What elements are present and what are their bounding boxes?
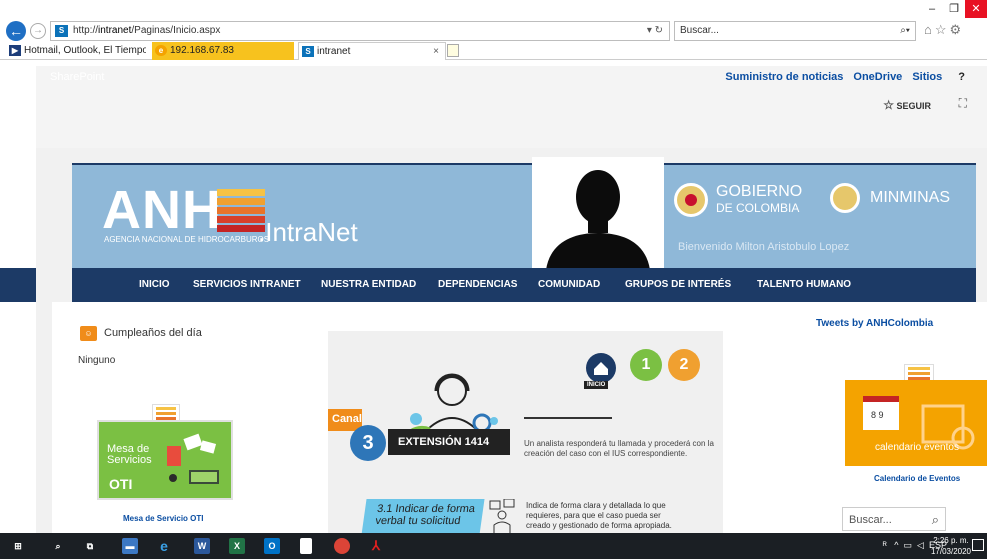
sharepoint-brand[interactable]: SharePoint (50, 71, 104, 83)
header-banner: ANH AGENCIA NACIONAL DE HIDROCARBUROS .I… (72, 157, 976, 270)
star-icon: ☆ (883, 98, 894, 112)
home-icon[interactable]: ⌂ (924, 22, 935, 37)
windows-start-icon[interactable]: ⊞ (10, 538, 26, 554)
browser-chrome: – ❐ ✕ ← → S http://intranet/Paginas/Inicio… (0, 0, 987, 60)
gear-icon[interactable]: ⚙ (950, 22, 965, 37)
link-newsfeed[interactable]: Suministro de noticias (725, 71, 843, 83)
mesa-servicios-tile[interactable]: Mesa de Servicios OTI (97, 420, 233, 500)
address-bar[interactable]: S http://intranet/Paginas/Inicio.aspx ▾ … (50, 21, 670, 41)
nav-nuestra-entidad[interactable]: NUESTRA ENTIDAD (321, 279, 416, 290)
link-onedrive[interactable]: OneDrive (853, 71, 902, 83)
minminas-seal-icon (830, 183, 860, 213)
nav-talento-humano[interactable]: TALENTO HUMANO (757, 279, 851, 290)
sharepoint-icon: S (302, 46, 314, 57)
forward-button[interactable]: → (30, 23, 46, 39)
network-icon[interactable]: ▭ (904, 540, 913, 550)
nav-inicio[interactable]: INICIO (139, 279, 170, 290)
welcome-message: Bienvenido Milton Aristobulo Lopez (678, 241, 850, 253)
follow-button[interactable]: ☆ SEGUIR (883, 98, 931, 112)
birthdays-title: Cumpleaños del día (104, 327, 202, 339)
document-icon[interactable] (300, 538, 312, 554)
notifications-icon[interactable] (972, 539, 984, 551)
extension-label: EXTENSIÓN 1414 (388, 429, 510, 455)
word-icon[interactable]: W (194, 538, 210, 554)
person-silhouette-icon (546, 170, 650, 270)
window-controls: – ❐ ✕ (921, 0, 987, 18)
support-poster[interactable]: Canal 3 EXTENSIÓN 1414 Un analista respo… (328, 331, 723, 533)
left-accent-bar (0, 268, 36, 302)
poster-divider (524, 417, 612, 419)
file-explorer-icon[interactable]: ▬ (122, 538, 138, 554)
close-tab-icon[interactable]: × (433, 43, 439, 60)
suite-bar: SharePoint Suministro de noticias OneDriv… (36, 66, 987, 88)
search-icon[interactable]: ⌕ (50, 538, 66, 554)
tab-ip[interactable]: e 192.168.67.83 (152, 42, 294, 60)
main-nav: INICIO SERVICIOS INTRANET NUESTRA ENTIDA… (72, 268, 976, 302)
svg-text:8 9: 8 9 (871, 410, 884, 420)
sharepoint-favicon-icon: S (55, 25, 68, 37)
new-tab-button[interactable] (447, 44, 459, 57)
link-sites[interactable]: Sitios (912, 71, 942, 83)
anh-logo-subtitle: AGENCIA NACIONAL DE HIDROCARBUROS (104, 235, 270, 244)
step-3-1-description: Indica de forma clara y detallada lo que… (526, 501, 672, 530)
nav-dependencias[interactable]: DEPENDENCIAS (438, 279, 517, 290)
toolbar-icons: ⌂☆⚙ (924, 22, 964, 38)
internet-explorer-icon[interactable]: e (156, 538, 172, 554)
task-view-icon[interactable]: ⧉ (82, 538, 98, 554)
chat-people-icon (489, 499, 515, 533)
ie-icon: e (155, 45, 167, 56)
outlook-icon[interactable]: O (264, 538, 280, 554)
focus-content-icon[interactable]: ⛶ (959, 96, 967, 111)
browser-search-box[interactable]: Buscar... ⌕▾ (674, 21, 916, 41)
search-icon[interactable]: ⌕▾ (900, 25, 910, 36)
home-step-icon (586, 353, 616, 383)
acrobat-icon[interactable]: ⅄ (368, 538, 384, 554)
calendar-link[interactable]: Calendario de Eventos (874, 474, 960, 483)
address-row: ← → S http://intranet/Paginas/Inicio.asp… (0, 18, 987, 44)
extension-description: Un analista responderá tu llamada y proc… (524, 439, 714, 458)
intranet-title: .IntraNet (258, 217, 358, 247)
step-two: 2 (668, 349, 700, 381)
people-icon[interactable]: ᴿ (883, 540, 887, 550)
mesa-servicio-link[interactable]: Mesa de Servicio OTI (123, 514, 203, 523)
calendar-tile[interactable]: 8 9 calendario eventos (845, 380, 987, 466)
step-3-1-label: 3.1 Indicar de forma verbal tu solicitud (361, 499, 485, 533)
close-window-button[interactable]: ✕ (965, 0, 987, 18)
maximize-button[interactable]: ❐ (943, 0, 965, 18)
search-icon[interactable]: ⌕ (932, 512, 939, 528)
suite-links: Suministro de noticias OneDrive Sitios? (715, 71, 965, 83)
volume-icon[interactable]: ◁ (917, 540, 924, 550)
user-avatar (532, 157, 664, 270)
colombia-seal-icon (674, 183, 708, 217)
anh-logo[interactable]: ANH (102, 179, 222, 241)
chevron-up-icon[interactable]: ^ (894, 540, 898, 550)
minimize-button[interactable]: – (921, 0, 943, 18)
page-actions-row: ☆ SEGUIR ⛶ (36, 88, 987, 148)
help-icon[interactable]: ? (958, 71, 965, 83)
back-button[interactable]: ← (6, 21, 26, 41)
nav-servicios-intranet[interactable]: SERVICIOS INTRANET (193, 279, 301, 290)
clock[interactable]: 2:26 p. m. 17/03/2020 (931, 535, 971, 557)
nav-comunidad[interactable]: COMUNIDAD (538, 279, 600, 290)
windows-taskbar: ⊞ ⌕ ⧉ ▬ e W X O ⅄ ᴿ ^ ▭ ◁ ESP 2:26 p. m.… (0, 533, 987, 559)
step-one: 1 (630, 349, 662, 381)
msn-icon: ▶ (9, 45, 21, 56)
tweets-link[interactable]: Tweets by ANHColombia (816, 318, 933, 329)
canal-number: 3 (350, 425, 386, 461)
inicio-step-label: INICIO (584, 381, 609, 389)
favorites-star-icon[interactable]: ☆ (935, 22, 950, 37)
tab-intranet[interactable]: Sintranet × (298, 42, 446, 60)
tab-strip: ▶Hotmail, Outlook, El Tiempo, ... e192.1… (0, 42, 987, 60)
calendar-icon: 8 9 (863, 396, 899, 430)
nav-grupos-de-interes[interactable]: GRUPOS DE INTERÉS (625, 279, 731, 290)
url-text: http://intranet/Paginas/Inicio.aspx (73, 25, 221, 36)
excel-icon[interactable]: X (229, 538, 245, 554)
chrome-icon[interactable] (334, 538, 350, 554)
birthday-icon: ☺ (80, 326, 97, 341)
devices-icon (167, 433, 219, 484)
birthdays-value: Ninguno (78, 355, 116, 366)
site-search-box[interactable]: Buscar... ⌕ (842, 507, 946, 531)
refresh-icon[interactable]: ▾ ↻ (647, 25, 663, 36)
tab-hotmail[interactable]: ▶Hotmail, Outlook, El Tiempo, ... (6, 42, 146, 60)
